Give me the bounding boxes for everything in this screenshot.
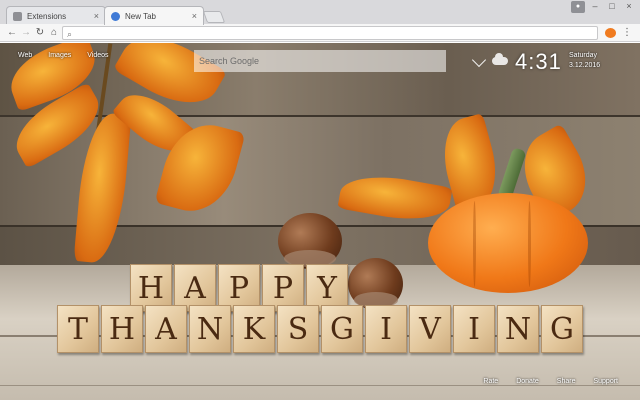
rate-link[interactable]: Rate	[483, 378, 498, 385]
donate-link[interactable]: Donate	[516, 378, 539, 385]
maximize-button[interactable]: □	[605, 1, 619, 13]
tab-extensions[interactable]: Extensions ×	[6, 6, 106, 25]
letter-block: G	[541, 305, 583, 353]
letter-block: I	[453, 305, 495, 353]
forward-icon[interactable]: →	[20, 26, 32, 40]
share-link[interactable]: Share	[557, 378, 576, 385]
search-icon: ⌕	[67, 29, 73, 39]
close-window-button[interactable]: ×	[622, 1, 636, 13]
chestnut	[348, 258, 403, 310]
tab-strip: Extensions × New Tab × ● – □ ×	[0, 0, 640, 25]
letter-block: S	[277, 305, 319, 353]
support-link[interactable]: Support	[593, 378, 618, 385]
search-type-links: Web Images Videos	[18, 52, 109, 59]
reload-icon[interactable]: ↻	[34, 26, 46, 40]
pumpkin-extension-icon[interactable]	[605, 28, 616, 38]
wind-icon	[471, 52, 487, 68]
minimize-button[interactable]: –	[588, 1, 602, 13]
videos-link[interactable]: Videos	[87, 52, 108, 59]
letter-block: K	[233, 305, 275, 353]
images-link[interactable]: Images	[48, 52, 71, 59]
close-tab-icon[interactable]: ×	[94, 11, 99, 21]
clock-time: 4:31	[515, 49, 562, 74]
puzzle-icon	[13, 11, 22, 21]
tab-label: Extensions	[27, 11, 67, 21]
letter-block: T	[57, 305, 99, 353]
clock-date: 3.12.2016	[569, 62, 601, 69]
letter-block: I	[365, 305, 407, 353]
tab-new-tab[interactable]: New Tab ×	[104, 6, 204, 25]
omnibox[interactable]: ⌕	[62, 26, 598, 40]
back-icon[interactable]: ←	[6, 26, 18, 40]
web-link[interactable]: Web	[18, 52, 32, 59]
background-image: H A P P Y T H A N K S G I V I N G	[0, 43, 640, 400]
cloud-icon	[492, 53, 508, 65]
letter-block: V	[409, 305, 451, 353]
letter-block: N	[497, 305, 539, 353]
menu-icon[interactable]: ⋮	[622, 26, 632, 40]
newtab-icon	[111, 11, 120, 21]
letter-block: N	[189, 305, 231, 353]
footer-links: Rate Donate Share Support	[483, 378, 618, 385]
letter-block: A	[145, 305, 187, 353]
clock-day: Saturday	[569, 52, 598, 59]
browser-toolbar: ← → ↻ ⌂ ⌕ ⋮	[0, 24, 640, 42]
pumpkin	[428, 193, 588, 293]
address-input[interactable]	[79, 27, 594, 39]
close-tab-icon[interactable]: ×	[192, 11, 197, 21]
chestnut	[278, 213, 342, 269]
home-icon[interactable]: ⌂	[48, 26, 60, 40]
letter-block: G	[321, 305, 363, 353]
search-input[interactable]	[194, 50, 446, 72]
letter-block: H	[101, 305, 143, 353]
window-controls: ● – □ ×	[571, 1, 636, 13]
user-profile-icon[interactable]: ●	[571, 1, 585, 13]
weather-widget[interactable]	[470, 52, 510, 70]
new-tab-button[interactable]	[202, 11, 226, 23]
thanksgiving-blocks: T H A N K S G I V I N G	[57, 305, 583, 353]
tab-label: New Tab	[125, 11, 156, 21]
